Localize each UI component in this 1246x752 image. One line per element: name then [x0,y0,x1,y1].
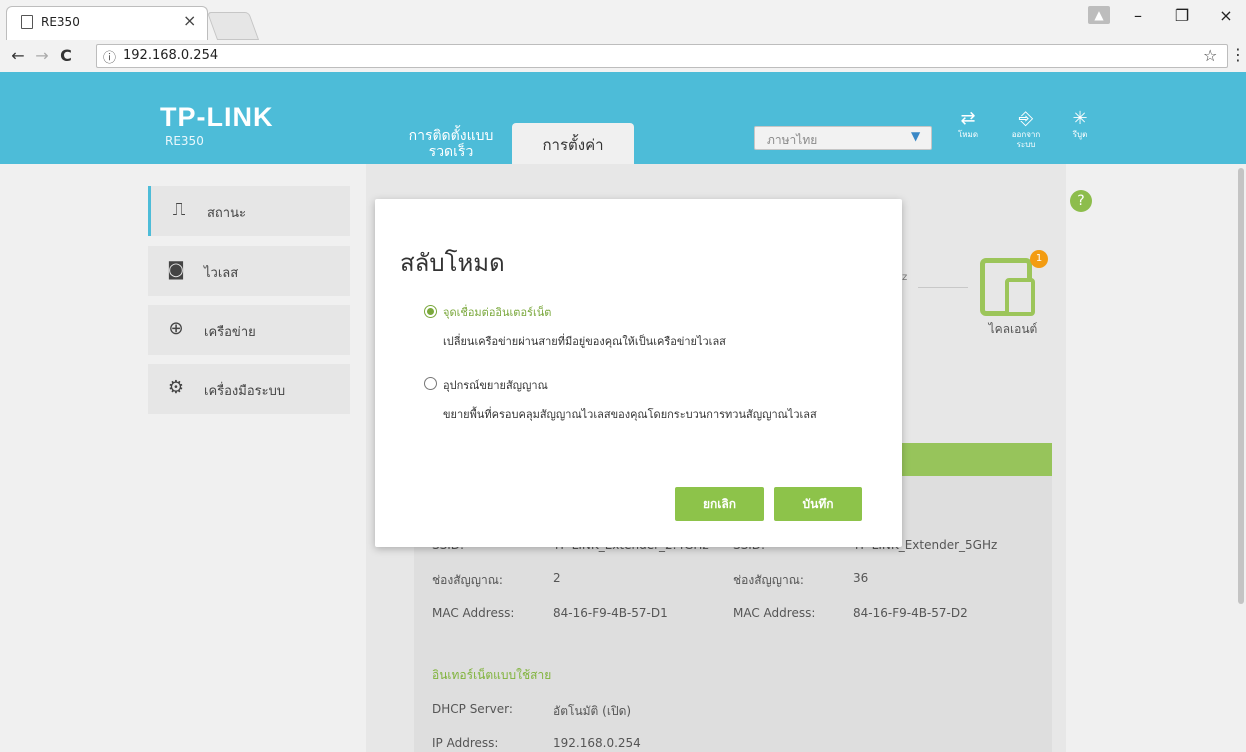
sidebar-item-network[interactable]: ⊕ เครือข่าย [148,305,350,355]
restore-button[interactable]: ❐ [1170,6,1194,26]
new-tab-button[interactable] [206,12,260,40]
network-icon: ⊕ [168,318,184,339]
logout-label: ออกจากระบบ [1011,130,1041,149]
app-header: TP-LINK RE350 การติดตั้งแบบรวดเร็ว การตั… [0,72,1246,164]
clients-label: ไคลเอนต์ [988,322,1038,336]
access-point-description: เปลี่ยนเครือข่ายผ่านสายที่มีอยู่ของคุณให… [443,335,726,348]
logout-button[interactable]: ⎆ ออกจากระบบ [1006,108,1046,150]
dhcp-label: DHCP Server: [432,702,513,716]
reboot-icon: ✳ [1072,108,1088,129]
mode-button[interactable]: ⇄ โหมด [948,108,988,140]
access-point-label[interactable]: จุดเชื่อมต่ออินเตอร์เน็ต [443,303,551,321]
brand-logo: TP-LINK [160,102,274,132]
minimize-button[interactable]: – [1126,6,1150,26]
bookmark-star-icon[interactable]: ☆ [1203,46,1217,65]
sidebar-item-label: ไวเลส [204,266,239,281]
close-window-button[interactable]: × [1214,6,1238,26]
back-icon[interactable]: ← [8,46,28,65]
logout-icon: ⎆ [1018,108,1034,129]
mac-5g-label: MAC Address: [733,606,816,620]
ip-label: IP Address: [432,736,499,750]
dhcp-value: อัตโนมัติ (เปิด) [553,704,632,718]
mac-2g-value: 84-16-F9-4B-57-D1 [553,606,668,620]
range-extender-description: ขยายพื้นที่ครอบคลุมสัญญาณไวเลสของคุณโดยก… [443,408,817,421]
forward-icon[interactable]: → [32,46,52,65]
reboot-label: รีบูต [1072,130,1088,139]
tab-close-icon[interactable]: × [183,11,196,30]
mode-label: โหมด [957,130,979,139]
channel-5g-label: ช่องสัญญาณ: [733,573,804,587]
connection-line [918,287,968,288]
client-count-badge: 1 [1030,250,1048,268]
help-icon[interactable]: ? [1070,190,1092,212]
access-point-radio[interactable] [424,305,437,318]
browser-toolbar: ← → C ⓘ 192.168.0.254 ☆ ⋮ [0,40,1246,73]
clients-icon-secondary [1005,278,1035,316]
mac-5g-value: 84-16-F9-4B-57-D2 [853,606,968,620]
info-icon[interactable]: ⓘ [103,47,116,66]
tab-settings[interactable]: การตั้งค่า [512,123,634,164]
sidebar-item-system-tools[interactable]: ⚙ เครื่องมือระบบ [148,364,350,414]
browser-tab[interactable]: RE350 × [6,6,208,41]
wired-section-title: อินเทอร์เน็ตแบบใช้สาย [432,668,552,682]
user-profile-icon[interactable]: ▲ [1088,6,1110,24]
dialog-title: สลับโหมด [400,249,505,277]
channel-2g-label: ช่องสัญญาณ: [432,573,503,587]
section-header-bar [900,443,1052,476]
model-name: RE350 [165,134,204,148]
sidebar-item-wireless[interactable]: ◙ ไวเลส [148,246,350,296]
address-bar[interactable]: ⓘ 192.168.0.254 ☆ [96,44,1228,68]
page-icon [21,15,33,29]
wireless-icon: ◙ [167,259,185,280]
sidebar-item-label: สถานะ [207,206,246,221]
mac-2g-label: MAC Address: [432,606,515,620]
channel-2g-value: 2 [553,571,561,585]
url-text[interactable]: 192.168.0.254 [123,48,218,63]
range-extender-radio[interactable] [424,377,437,390]
save-button[interactable]: บันทึก [774,487,862,521]
reload-icon[interactable]: C [56,46,76,65]
tab-title: RE350 [41,15,80,29]
range-extender-label[interactable]: อุปกรณ์ขยายสัญญาณ [443,376,548,394]
tab-quick-setup[interactable]: การติดตั้งแบบรวดเร็ว [404,128,498,160]
reboot-button[interactable]: ✳ รีบูต [1060,108,1100,140]
chevron-down-icon: ▼ [911,129,921,143]
page-scrollbar[interactable] [1238,168,1244,604]
language-value: ภาษาไทย [767,133,818,147]
tab-strip: RE350 × ▲ – ❐ × [0,0,1246,41]
switch-mode-dialog: สลับโหมด จุดเชื่อมต่ออินเตอร์เน็ต เปลี่ย… [375,199,902,547]
system-tools-icon: ⚙ [167,377,185,398]
band-label-fragment: z [902,272,908,283]
channel-5g-value: 36 [853,571,869,585]
cancel-button[interactable]: ยกเลิก [675,487,764,521]
ip-value: 192.168.0.254 [553,736,641,750]
browser-chrome: RE350 × ▲ – ❐ × ← → C ⓘ 192.168.0.254 ☆ … [0,0,1246,73]
mode-icon: ⇄ [960,108,976,129]
status-icon: ⎍ [172,199,186,220]
language-select[interactable]: ภาษาไทย ▼ [754,126,932,150]
browser-menu-icon[interactable]: ⋮ [1230,45,1246,64]
sidebar-item-label: เครื่องมือระบบ [204,384,286,399]
sidebar-item-label: เครือข่าย [204,325,256,340]
sidebar-item-status[interactable]: ⎍ สถานะ [148,186,350,236]
